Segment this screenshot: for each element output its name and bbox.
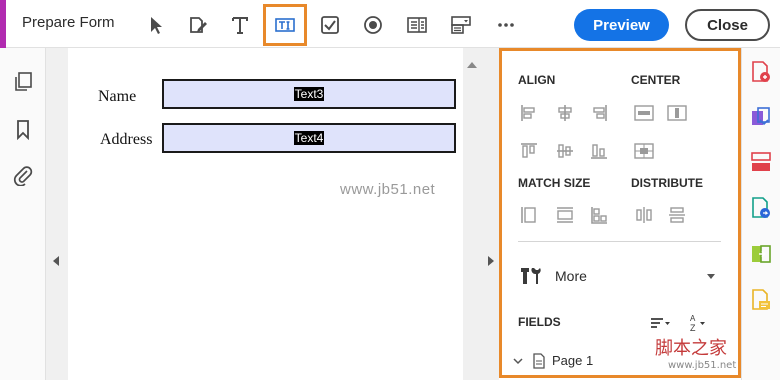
align-horizontal-center-icon[interactable] (554, 102, 576, 124)
accent-strip (0, 0, 6, 48)
sort-alphabetical-icon[interactable]: A Z (687, 312, 709, 334)
list-box-icon (407, 17, 427, 33)
text-t-icon (232, 17, 248, 34)
tools-wrench-icon (521, 268, 541, 284)
fields-heading: FIELDS (518, 315, 561, 329)
center-both-icon[interactable] (633, 140, 655, 162)
align-heading: ALIGN (518, 73, 556, 87)
name-label: Name (98, 88, 137, 105)
field-name-tag: Text3 (293, 87, 325, 101)
align-left-icon[interactable] (518, 102, 540, 124)
radio-button-tool-button[interactable] (357, 9, 389, 41)
dropdown-icon (451, 16, 471, 34)
more-label: More (555, 268, 587, 284)
svg-text:Z: Z (690, 323, 696, 333)
attachment-icon[interactable] (12, 164, 34, 187)
list-box-tool-button[interactable] (401, 9, 433, 41)
form-properties-panel: ALIGN CENTER MATCH SIZE DISTRIBUTE More … (499, 48, 741, 378)
close-button[interactable]: Close (685, 9, 770, 41)
watermark-text: www.jb51.net (340, 181, 436, 198)
document-page: Name Text3 Address Text4 www.jb51.net (68, 48, 463, 380)
sort-order-icon[interactable] (649, 312, 671, 334)
align-vertical-center-icon[interactable] (554, 140, 576, 162)
distribute-vertically-icon[interactable] (666, 204, 688, 226)
left-navigation-rail (0, 48, 46, 380)
align-top-icon[interactable] (518, 140, 540, 162)
text-field-tool-button[interactable] (263, 4, 307, 46)
distribute-horizontally-icon[interactable] (633, 204, 655, 226)
scroll-up-arrow-icon[interactable] (467, 62, 477, 68)
address-label: Address (100, 131, 153, 148)
align-bottom-icon[interactable] (588, 140, 610, 162)
select-tool-button[interactable] (140, 9, 172, 41)
more-options-dropdown[interactable]: More (518, 264, 723, 288)
name-text-field[interactable]: Text3 (162, 79, 456, 109)
center-heading: CENTER (631, 73, 681, 87)
chevron-right-icon (488, 256, 494, 266)
radio-button-icon (364, 16, 382, 34)
export-pdf-icon[interactable] (750, 60, 772, 84)
create-pdf-icon[interactable] (750, 196, 772, 220)
organize-pages-icon[interactable] (750, 106, 772, 130)
ellipsis-icon (498, 23, 514, 27)
cursor-arrow-icon (151, 17, 162, 34)
left-panel-toggle[interactable] (46, 48, 68, 380)
pages-icon[interactable] (12, 70, 34, 92)
checkbox-tool-button[interactable] (314, 9, 346, 41)
field-name-tag: Text4 (293, 131, 325, 145)
add-text-tool-button[interactable] (224, 9, 256, 41)
page-tree-item[interactable]: Page 1 (512, 352, 662, 370)
preview-button[interactable]: Preview (574, 9, 669, 41)
site-watermark-url: www.jb51.net (668, 360, 737, 371)
checkbox-icon (321, 16, 339, 34)
comment-icon[interactable] (750, 288, 772, 312)
panel-divider (518, 241, 721, 242)
vertical-scrollbar[interactable] (463, 48, 481, 380)
match-both-icon[interactable] (588, 204, 610, 226)
more-tools-button[interactable] (490, 9, 522, 41)
match-size-heading: MATCH SIZE (518, 176, 591, 190)
match-height-icon[interactable] (554, 204, 576, 226)
page-icon (533, 353, 545, 369)
text-field-icon (275, 18, 295, 32)
match-width-icon[interactable] (518, 204, 540, 226)
sign-tool-button[interactable] (182, 9, 214, 41)
dropdown-tool-button[interactable] (445, 9, 477, 41)
site-watermark: 脚本之家 (655, 338, 727, 359)
page-label: Page 1 (552, 353, 594, 368)
center-vertically-icon[interactable] (666, 102, 688, 124)
chevron-left-icon (53, 256, 59, 266)
pen-sign-icon (190, 17, 207, 33)
tools-rail (741, 48, 780, 380)
bookmark-icon[interactable] (12, 118, 34, 141)
tool-title: Prepare Form (22, 14, 115, 31)
align-right-icon[interactable] (588, 102, 610, 124)
chevron-down-icon (707, 274, 715, 279)
distribute-heading: DISTRIBUTE (631, 176, 703, 190)
chevron-down-icon (513, 358, 523, 365)
compare-icon[interactable] (750, 242, 772, 266)
top-toolbar: Prepare Form Preview Close (0, 0, 780, 48)
center-horizontally-icon[interactable] (633, 102, 655, 124)
right-panel-toggle[interactable] (481, 48, 499, 380)
svg-text:A: A (690, 314, 696, 323)
address-text-field[interactable]: Text4 (162, 123, 456, 153)
edit-pdf-icon[interactable] (750, 150, 772, 174)
